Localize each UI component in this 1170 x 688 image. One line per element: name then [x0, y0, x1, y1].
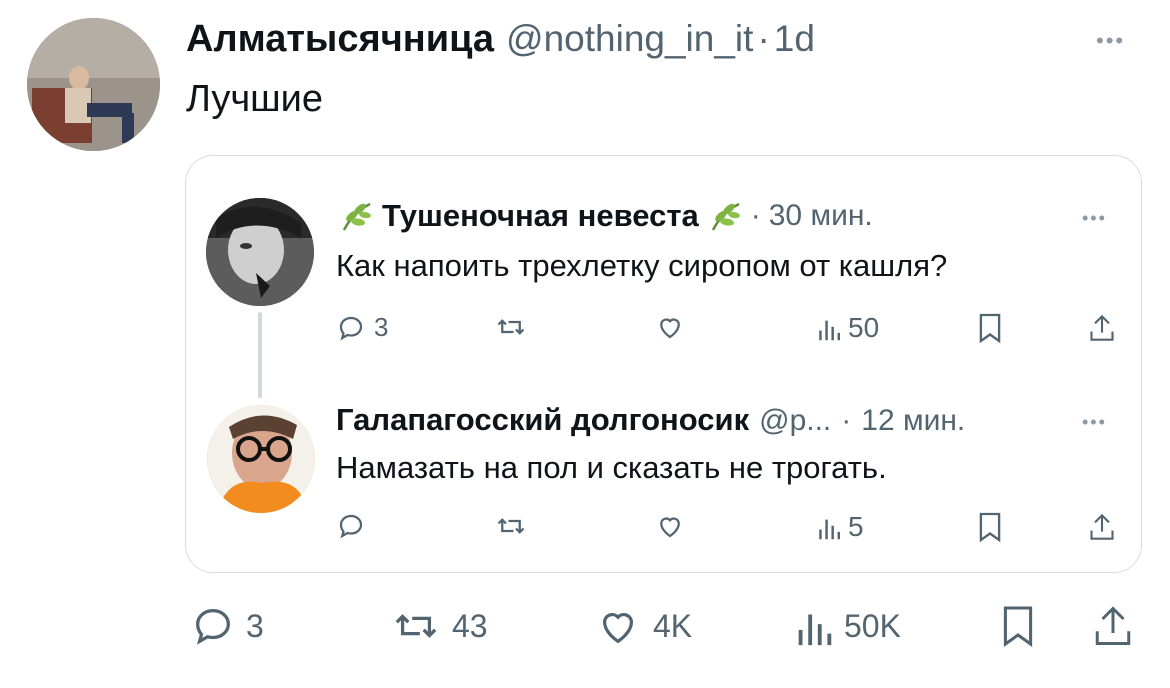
leaf-icon [707, 198, 743, 234]
like-button[interactable] [654, 312, 686, 342]
bookmark-icon [1000, 603, 1036, 649]
share-icon [1092, 603, 1134, 649]
views-icon [796, 603, 832, 649]
views-count: 50K [844, 607, 901, 644]
reply-button[interactable]: 3 [190, 603, 264, 649]
views-button[interactable]: 50 [818, 312, 879, 344]
more-options-icon[interactable]: ••• [1082, 208, 1107, 229]
views-button[interactable]: 50K [796, 603, 901, 649]
views-icon [818, 512, 840, 542]
retweet-count: 43 [452, 607, 488, 644]
reply-count: 3 [246, 607, 264, 644]
heart-icon [593, 603, 643, 649]
retweet-button[interactable] [496, 511, 526, 541]
bookmark-icon [977, 312, 1003, 344]
heart-icon [654, 312, 686, 342]
reply-tweet-text: Намазать на пол и сказать не трогать. [336, 450, 887, 485]
thread-connector-line [258, 312, 262, 398]
views-count: 50 [848, 312, 880, 343]
reply-icon [190, 603, 236, 649]
bookmark-button[interactable] [977, 511, 1003, 543]
retweet-icon [496, 511, 526, 541]
quoted-tweet-time[interactable]: 30 мин. [769, 199, 873, 233]
avatar-photo-icon [207, 405, 315, 513]
share-button[interactable] [1088, 511, 1116, 543]
views-button[interactable]: 5 [818, 511, 864, 543]
share-icon [1088, 511, 1116, 543]
retweet-icon [390, 603, 442, 649]
reply-icon [336, 511, 366, 541]
reply-button[interactable] [336, 511, 366, 541]
share-button[interactable] [1092, 603, 1134, 649]
author-avatar[interactable] [27, 18, 160, 151]
tweet-time[interactable]: 1d [774, 18, 815, 60]
retweet-button[interactable]: 43 [390, 603, 488, 649]
reply-button[interactable]: 3 [336, 312, 388, 343]
more-options-icon[interactable]: ••• [1096, 28, 1125, 54]
share-button[interactable] [1088, 312, 1116, 344]
reply-tweet-time[interactable]: 12 мин. [861, 404, 965, 438]
author-handle[interactable]: @nothing_in_it [506, 18, 753, 60]
separator-dot: · [757, 18, 770, 59]
leaf-icon [338, 198, 374, 234]
views-count: 5 [848, 511, 864, 542]
views-icon [818, 313, 840, 343]
heart-icon [654, 511, 686, 541]
like-button[interactable] [654, 511, 686, 541]
share-icon [1088, 312, 1116, 344]
reply-author-handle[interactable]: @p... [759, 404, 831, 438]
separator-dot: · [841, 404, 852, 437]
reply-icon [336, 313, 366, 343]
like-count: 4K [653, 607, 693, 644]
reply-author-name[interactable]: Галапагосский долгоносик [336, 402, 749, 438]
reply-author-avatar[interactable] [207, 405, 315, 513]
bookmark-button[interactable] [1000, 603, 1036, 649]
quoted-author-name[interactable]: Тушеночная невеста [382, 198, 699, 234]
retweet-icon [496, 312, 526, 342]
bookmark-button[interactable] [977, 312, 1003, 344]
author-name[interactable]: Алматысячница [186, 18, 494, 61]
quoted-author-avatar[interactable] [206, 198, 314, 306]
like-button[interactable]: 4K [593, 603, 692, 649]
quoted-tweet-text: Как напоить трехлетку сиропом от кашля? [336, 248, 948, 283]
avatar-photo-icon [206, 198, 314, 306]
reply-count: 3 [374, 312, 389, 342]
avatar-photo-icon [27, 18, 160, 151]
tweet-text: Лучшие [186, 78, 324, 120]
more-options-icon[interactable]: ••• [1082, 412, 1107, 433]
retweet-button[interactable] [496, 312, 526, 342]
bookmark-icon [977, 511, 1003, 543]
separator-dot: · [750, 199, 761, 232]
